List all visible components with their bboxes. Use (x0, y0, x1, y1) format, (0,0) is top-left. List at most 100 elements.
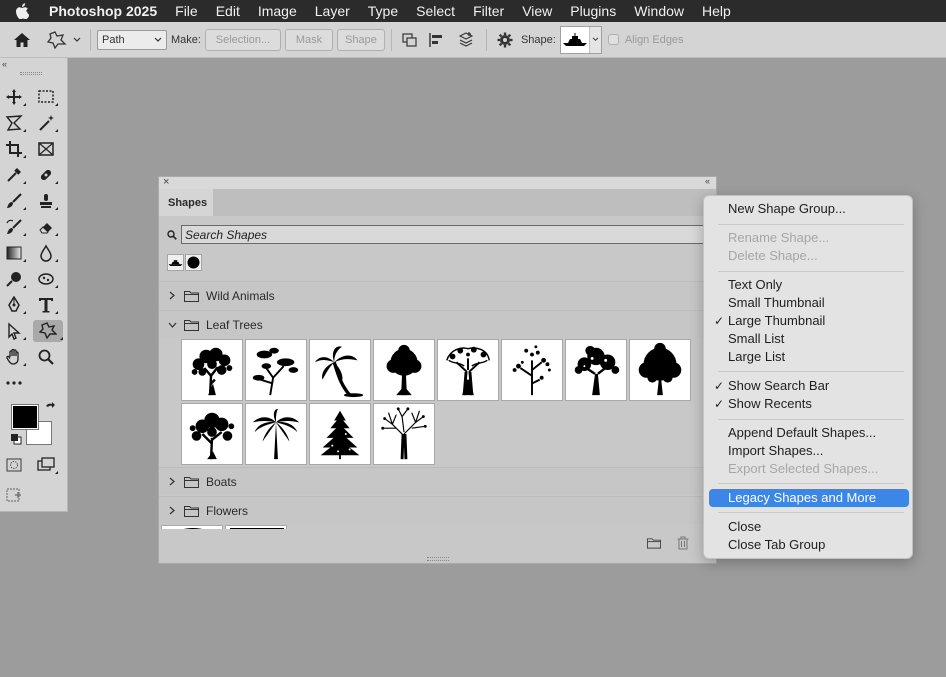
menu-item-close[interactable]: Close (709, 518, 909, 536)
make-selection-button[interactable]: Selection... (204, 28, 281, 51)
sponge-tool-icon[interactable] (34, 268, 58, 290)
tree-9-shape-icon[interactable] (181, 403, 243, 465)
hand-tool-icon[interactable] (2, 346, 26, 368)
mode-select[interactable]: Path (97, 29, 167, 50)
group-row-leaf-trees[interactable]: Leaf Trees (159, 310, 704, 338)
tree-10-shape-icon[interactable] (245, 403, 307, 465)
menu-item-new-shape-group[interactable]: New Shape Group... (709, 200, 909, 218)
path-operations-icon[interactable] (398, 32, 422, 48)
menu-layer[interactable]: Layer (306, 3, 359, 19)
gear-icon[interactable] (493, 32, 517, 48)
menu-image[interactable]: Image (249, 3, 306, 19)
menu-item-show-recents[interactable]: ✓ Show Recents (709, 395, 909, 413)
zoom-tool-icon[interactable] (34, 346, 58, 368)
menu-help[interactable]: Help (693, 3, 740, 19)
make-mask-button[interactable]: Mask (284, 28, 333, 51)
menu-item-import-shapes[interactable]: Import Shapes... (709, 442, 909, 460)
type-tool-icon[interactable] (34, 294, 58, 316)
rectangular-marquee-tool-icon[interactable] (34, 86, 58, 108)
menu-item-close-tab-group[interactable]: Close Tab Group (709, 536, 909, 554)
eraser-tool-icon[interactable] (34, 216, 58, 238)
group-row-wild-animals[interactable]: Wild Animals (159, 281, 704, 309)
tree-5-shape-icon[interactable] (437, 339, 499, 401)
new-group-folder-icon[interactable] (647, 537, 661, 552)
magic-wand-tool-icon[interactable] (34, 112, 58, 134)
group-row-flowers[interactable]: Flowers (159, 496, 704, 524)
home-icon[interactable] (0, 32, 44, 48)
pen-tool-icon[interactable] (2, 294, 26, 316)
menu-item-large-thumbnail[interactable]: ✓ Large Thumbnail (709, 312, 909, 330)
menu-item-text-only[interactable]: Text Only (709, 276, 909, 294)
healing-brush-tool-icon[interactable] (34, 164, 58, 186)
panel-title-bar[interactable]: × « (159, 176, 716, 189)
screen-mode-icon[interactable] (34, 454, 58, 476)
swap-colors-icon[interactable] (44, 402, 56, 414)
search-input[interactable] (181, 225, 711, 244)
menu-item-small-thumbnail[interactable]: Small Thumbnail (709, 294, 909, 312)
collapse-icon[interactable]: « (705, 176, 710, 186)
chevron-right-icon[interactable] (166, 291, 178, 300)
brush-tool-icon[interactable] (2, 190, 26, 212)
menu-view[interactable]: View (513, 3, 561, 19)
preset-chevron-down-icon[interactable] (70, 37, 84, 43)
gradient-tool-icon[interactable] (2, 242, 26, 264)
lasso-tool-icon[interactable] (2, 112, 26, 134)
menu-app-name[interactable]: Photoshop 2025 (44, 3, 166, 19)
recent-circle-shape-icon[interactable] (185, 254, 202, 271)
tab-shapes[interactable]: Shapes (159, 189, 213, 216)
menu-item-show-search-bar[interactable]: ✓ Show Search Bar (709, 377, 909, 395)
menu-plugins[interactable]: Plugins (561, 3, 625, 19)
group-row-boats[interactable]: Boats (159, 467, 704, 495)
clone-stamp-tool-icon[interactable] (34, 190, 58, 212)
edit-toolbar-icon[interactable] (2, 484, 26, 506)
menu-edit[interactable]: Edit (207, 3, 249, 19)
menu-item-legacy-shapes-and-more[interactable]: Legacy Shapes and More (709, 489, 909, 507)
tree-1-shape-icon[interactable] (181, 339, 243, 401)
menu-filter[interactable]: Filter (464, 3, 513, 19)
frame-tool-icon[interactable] (34, 138, 58, 160)
panel-grip[interactable] (20, 72, 42, 75)
custom-shape-tool-icon[interactable] (33, 320, 63, 342)
chevron-right-icon[interactable] (166, 477, 178, 486)
trash-icon[interactable] (677, 536, 689, 553)
make-shape-button[interactable]: Shape (336, 28, 385, 51)
align-edges-checkbox[interactable] (607, 34, 619, 45)
menu-file[interactable]: File (166, 3, 207, 19)
menu-item-large-list[interactable]: Large List (709, 348, 909, 366)
foreground-color-swatch[interactable] (11, 404, 39, 430)
blur-tool-icon[interactable] (34, 242, 58, 264)
recent-boat-shape-icon[interactable] (167, 254, 184, 271)
move-tool-icon[interactable] (2, 86, 26, 108)
menu-item-small-list[interactable]: Small List (709, 330, 909, 348)
eyedropper-tool-icon[interactable] (2, 164, 26, 186)
more-tools-icon[interactable] (2, 372, 26, 394)
crop-tool-icon[interactable] (2, 138, 26, 160)
menu-window[interactable]: Window (625, 3, 693, 19)
chevron-right-icon[interactable] (166, 506, 178, 515)
apple-menu-icon[interactable] (0, 3, 44, 19)
dodge-tool-icon[interactable] (2, 268, 26, 290)
tree-2-shape-icon[interactable] (245, 339, 307, 401)
tree-12-shape-icon[interactable] (373, 403, 435, 465)
tree-7-shape-icon[interactable] (565, 339, 627, 401)
chevron-down-icon[interactable] (166, 322, 178, 328)
tree-8-shape-icon[interactable] (629, 339, 691, 401)
default-colors-icon[interactable] (10, 433, 22, 445)
tree-6-shape-icon[interactable] (501, 339, 563, 401)
shape-thumbnail-partial[interactable] (161, 525, 223, 529)
menu-item-append-default-shapes[interactable]: Append Default Shapes... (709, 424, 909, 442)
history-brush-tool-icon[interactable] (2, 216, 26, 238)
close-icon[interactable]: × (163, 176, 169, 188)
path-alignment-icon[interactable] (422, 32, 452, 48)
shape-thumbnail-partial[interactable] (225, 525, 287, 529)
collapse-icon[interactable]: « (2, 59, 7, 69)
tree-11-shape-icon[interactable] (309, 403, 371, 465)
tree-4-shape-icon[interactable] (373, 339, 435, 401)
menu-type[interactable]: Type (359, 3, 407, 19)
panel-resize-grip[interactable] (427, 557, 449, 561)
quick-mask-icon[interactable] (2, 454, 26, 476)
shape-picker[interactable] (559, 25, 602, 54)
custom-shape-tool-preset-icon[interactable] (44, 30, 70, 49)
path-selection-tool-icon[interactable] (2, 320, 26, 342)
path-arrangement-icon[interactable] (452, 31, 480, 48)
